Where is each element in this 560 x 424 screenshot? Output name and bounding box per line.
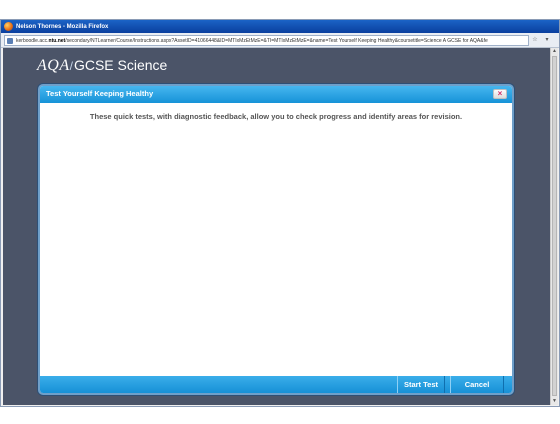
dialog-title: Test Yourself Keeping Healthy <box>46 89 154 98</box>
vertical-scrollbar[interactable]: ▲ ▼ <box>550 48 558 405</box>
bookmark-star-icon[interactable]: ☆ <box>531 36 539 44</box>
site-favicon-icon <box>7 37 13 44</box>
logo-swoosh-icon: / <box>69 59 73 73</box>
start-test-button[interactable]: Start Test <box>397 376 445 393</box>
dropdown-arrow-icon[interactable]: ▾ <box>543 36 551 44</box>
scroll-thumb[interactable] <box>552 56 557 396</box>
dialog-header: Test Yourself Keeping Healthy × <box>40 86 512 103</box>
logo-product: GCSE Science <box>73 57 168 73</box>
url-text: kerboodle.acc.ntu.net/secondary/NTLearne… <box>16 37 488 44</box>
url-field[interactable]: kerboodle.acc.ntu.net/secondary/NTLearne… <box>4 35 529 46</box>
test-dialog: Test Yourself Keeping Healthy × These qu… <box>38 84 514 395</box>
window-title: Nelson Thornes - Mozilla Firefox <box>16 23 109 30</box>
scroll-down-icon[interactable]: ▼ <box>551 398 558 405</box>
title-bar: Nelson Thornes - Mozilla Firefox <box>1 20 559 33</box>
firefox-icon <box>4 22 13 31</box>
dialog-message: These quick tests, with diagnostic feedb… <box>89 112 463 121</box>
cancel-button[interactable]: Cancel <box>450 376 504 393</box>
aqa-logo: AQA / GCSE Science <box>37 57 167 75</box>
address-bar: kerboodle.acc.ntu.net/secondary/NTLearne… <box>1 33 559 48</box>
scroll-up-icon[interactable]: ▲ <box>551 48 558 55</box>
close-button[interactable]: × <box>493 89 507 99</box>
logo-brand: AQA <box>37 57 70 74</box>
dialog-footer: Start Test Cancel <box>40 376 512 393</box>
